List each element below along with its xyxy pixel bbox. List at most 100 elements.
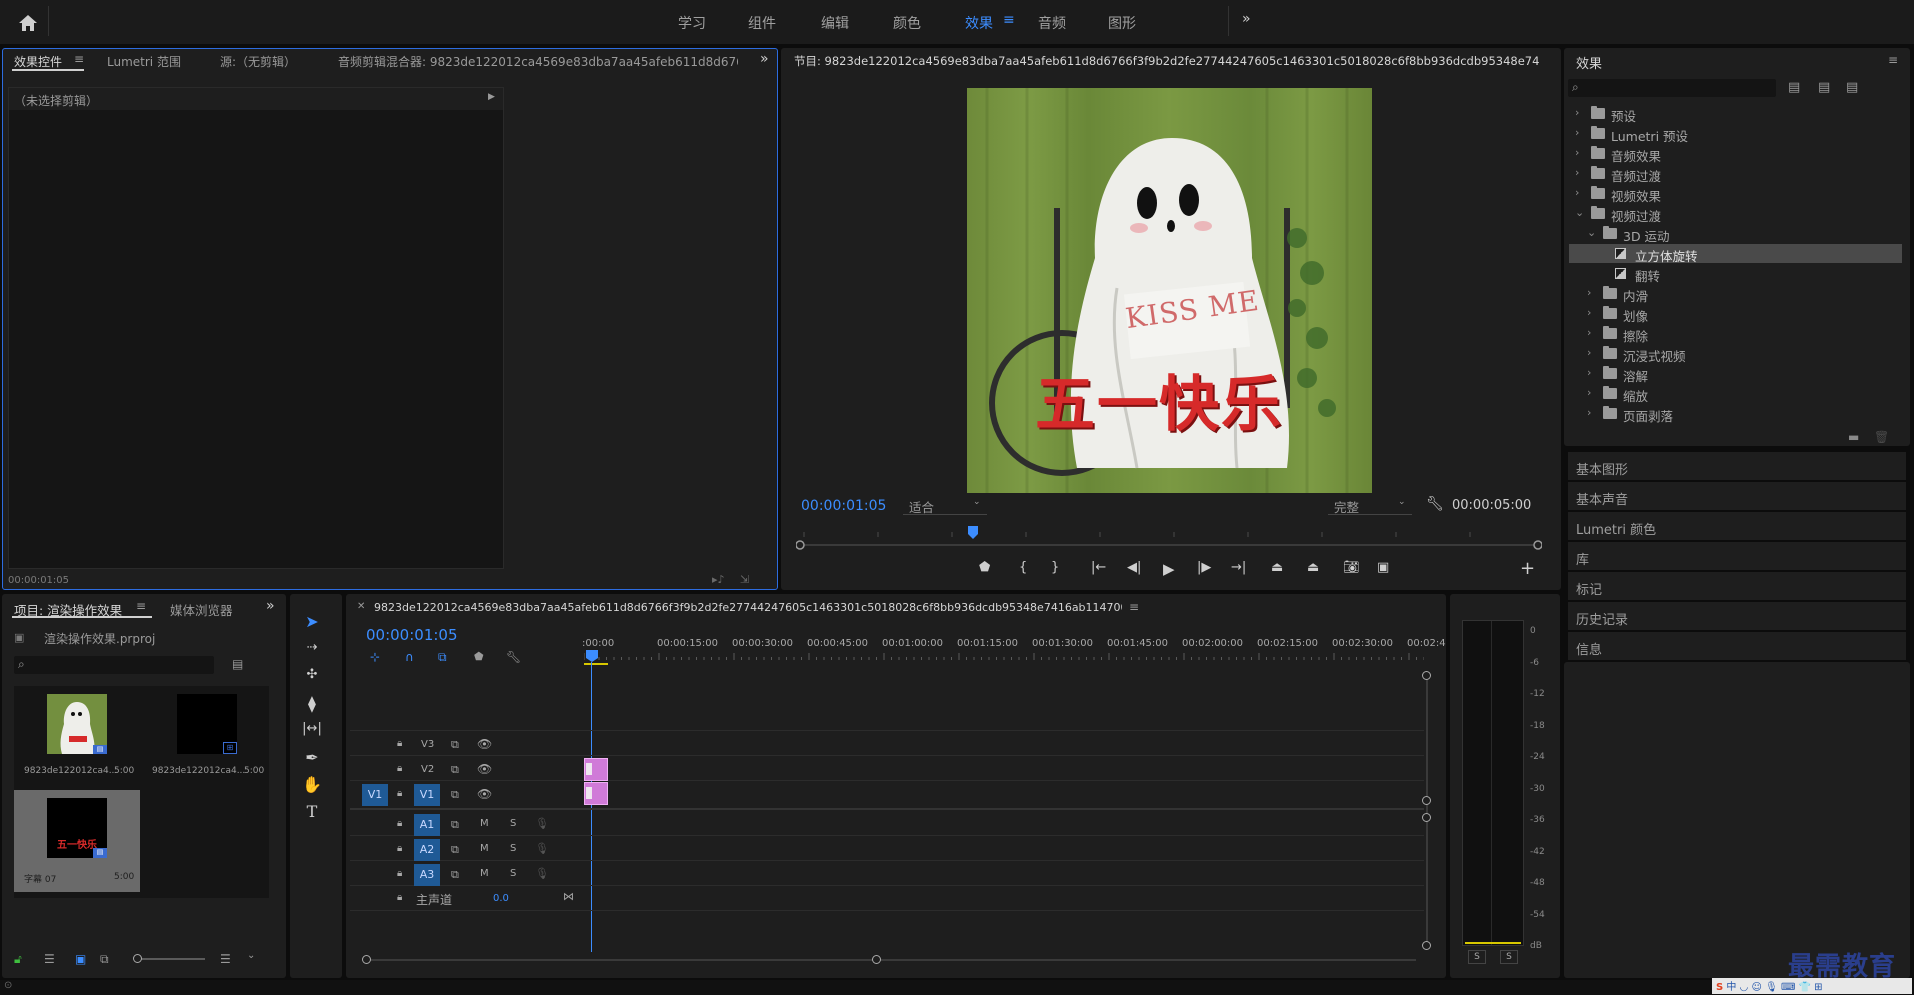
- sequence-tab[interactable]: 9823de122012ca4569e83dba7aa45afeb611d8d6…: [374, 601, 1122, 614]
- selection-tool-icon[interactable]: ➤: [300, 612, 324, 634]
- add-marker-icon[interactable]: ⬟: [979, 560, 990, 575]
- chevron-right-icon[interactable]: ›: [1575, 146, 1579, 159]
- master-volume-value[interactable]: 0.0: [493, 893, 509, 904]
- effects-search-input[interactable]: ⌕: [1568, 79, 1776, 97]
- pen-tool-icon[interactable]: ✒: [300, 748, 324, 770]
- eye-icon[interactable]: 👁︎: [477, 787, 492, 801]
- chevron-right-icon[interactable]: ›: [1575, 126, 1579, 139]
- accelerated-effects-icon[interactable]: ▤: [1788, 80, 1800, 95]
- chevron-right-icon[interactable]: ›: [1587, 386, 1591, 399]
- tab-media-browser[interactable]: 媒体浏览器: [170, 600, 233, 619]
- chevron-right-icon[interactable]: ›: [1587, 286, 1591, 299]
- workspace-effects[interactable]: 效果: [965, 13, 993, 33]
- clip-v1[interactable]: [584, 782, 608, 805]
- play-icon[interactable]: ▶: [1163, 560, 1175, 578]
- section-essential-graphics[interactable]: 基本图形: [1568, 452, 1906, 480]
- workspace-assembly[interactable]: 组件: [748, 13, 776, 33]
- effects-tree-item[interactable]: 翻转: [1569, 264, 1902, 284]
- close-icon[interactable]: ✕: [357, 601, 365, 612]
- solo-right-button[interactable]: S: [1500, 950, 1518, 964]
- solo-button[interactable]: S: [510, 818, 516, 829]
- sync-lock-icon[interactable]: ⧉: [451, 818, 459, 832]
- extract-icon[interactable]: ⏏: [1307, 560, 1319, 575]
- effects-tree-item[interactable]: › 溶解: [1569, 364, 1902, 384]
- slip-tool-icon[interactable]: |↔|: [300, 721, 324, 743]
- mute-button[interactable]: M: [480, 868, 489, 879]
- tab-audio-clip-mixer[interactable]: 音频剪辑混合器: 9823de122012ca4569e83dba7aa45af…: [338, 53, 738, 70]
- ime-toolbar[interactable]: S 中 ◡ ☺ 🎙︎ ⌨ 👕 ⊞: [1712, 978, 1912, 994]
- section-lumetri-color[interactable]: Lumetri 颜色: [1568, 512, 1906, 540]
- section-markers[interactable]: 标记: [1568, 572, 1906, 600]
- chevron-right-icon[interactable]: ›: [1587, 366, 1591, 379]
- chevron-down-icon[interactable]: ⌄: [247, 950, 255, 961]
- sync-lock-icon[interactable]: ⧉: [451, 788, 459, 802]
- effects-tree-item[interactable]: › 预设: [1569, 104, 1902, 124]
- lock-icon[interactable]: 🔒︎: [397, 763, 402, 774]
- more-tabs-icon[interactable]: »: [266, 598, 275, 614]
- workspace-learn[interactable]: 学习: [678, 13, 706, 33]
- workspace-menu-icon[interactable]: ≡: [1003, 12, 1015, 28]
- chevron-down-icon[interactable]: ⌄: [1575, 206, 1584, 219]
- effects-tree-item[interactable]: › 视频效果: [1569, 184, 1902, 204]
- yuv-effects-icon[interactable]: ▤: [1846, 80, 1858, 95]
- sync-lock-icon[interactable]: ⧉: [451, 763, 459, 777]
- tab-source[interactable]: 源:（无剪辑）: [220, 53, 296, 70]
- chevron-right-icon[interactable]: ›: [1575, 106, 1579, 119]
- section-history[interactable]: 历史记录: [1568, 602, 1906, 630]
- export-audio-icon[interactable]: ▸♪: [712, 573, 725, 586]
- source-patch-v1[interactable]: V1: [362, 784, 388, 806]
- export-frame-icon[interactable]: ⇲: [740, 573, 749, 586]
- effects-tree-item[interactable]: ⌄ 视频过渡: [1569, 204, 1902, 224]
- timeline-timecode[interactable]: 00:00:01:05: [366, 626, 458, 644]
- mute-button[interactable]: M: [480, 843, 489, 854]
- scroll-handle[interactable]: [1422, 671, 1431, 680]
- effects-tree-item[interactable]: › 擦除: [1569, 324, 1902, 344]
- effects-tree-item[interactable]: › 缩放: [1569, 384, 1902, 404]
- lock-icon[interactable]: 🔒︎: [397, 818, 402, 829]
- effects-tree-item[interactable]: › 音频效果: [1569, 144, 1902, 164]
- eye-icon[interactable]: 👁︎: [477, 762, 492, 776]
- chevron-right-icon[interactable]: ›: [1587, 306, 1591, 319]
- mute-button[interactable]: M: [480, 818, 489, 829]
- lift-icon[interactable]: ⏏: [1271, 560, 1283, 575]
- delete-icon[interactable]: 🗑︎: [1874, 430, 1889, 444]
- horizontal-scrollbar[interactable]: [366, 959, 1416, 961]
- step-forward-icon[interactable]: |▶: [1197, 560, 1211, 575]
- chevron-right-icon[interactable]: ›: [1575, 166, 1579, 179]
- chevron-down-icon[interactable]: ⌄: [1587, 226, 1596, 239]
- lock-icon[interactable]: 🔓︎: [14, 952, 22, 967]
- sort-icon[interactable]: ☰: [220, 952, 231, 966]
- sync-lock-icon[interactable]: ⧉: [451, 868, 459, 882]
- camera-icon[interactable]: 📷︎: [1343, 560, 1360, 575]
- go-to-in-icon[interactable]: |←: [1091, 560, 1106, 575]
- tab-menu-icon[interactable]: ≡: [74, 52, 84, 66]
- eye-icon[interactable]: 👁︎: [477, 737, 492, 751]
- effects-tree-item[interactable]: › 划像: [1569, 304, 1902, 324]
- effects-tree-item[interactable]: ⌄ 3D 运动: [1569, 224, 1902, 244]
- tab-menu-icon[interactable]: ≡: [1129, 600, 1139, 614]
- wrench-icon[interactable]: 🔧︎: [1426, 496, 1444, 512]
- add-marker-icon[interactable]: ⬟: [474, 650, 484, 663]
- section-libraries[interactable]: 库: [1568, 542, 1906, 570]
- program-monitor-title[interactable]: 节目: 9823de122012ca4569e83dba7aa45afeb611…: [794, 53, 1539, 69]
- project-search-input[interactable]: ⌕: [14, 656, 214, 674]
- section-info[interactable]: 信息: [1568, 632, 1906, 660]
- zoom-slider-handle[interactable]: [133, 954, 142, 963]
- track-name[interactable]: V1: [414, 784, 440, 806]
- ripple-edit-tool-icon[interactable]: ✣: [300, 667, 324, 689]
- microphone-icon[interactable]: 🎙︎: [535, 817, 549, 830]
- effects-tree-item[interactable]: 立方体旋转: [1569, 244, 1902, 264]
- new-bin-icon[interactable]: ▤: [232, 657, 243, 671]
- icon-view-icon[interactable]: ▣: [75, 952, 86, 966]
- new-bin-icon[interactable]: ▬: [1848, 430, 1859, 444]
- step-back-icon[interactable]: ◀|: [1127, 560, 1141, 575]
- resolution-select[interactable]: 完整 ⌄: [1328, 495, 1412, 515]
- tab-menu-icon[interactable]: ≡: [136, 599, 146, 613]
- panel-menu-icon[interactable]: ≡: [1888, 53, 1898, 67]
- sync-lock-icon[interactable]: ⧉: [451, 843, 459, 857]
- sync-lock-icon[interactable]: ⧉: [451, 738, 459, 752]
- microphone-icon[interactable]: 🎙︎: [535, 867, 549, 880]
- chevron-right-icon[interactable]: ›: [1587, 406, 1591, 419]
- mark-out-icon[interactable]: }: [1051, 560, 1059, 575]
- freeform-view-icon[interactable]: ⧉: [100, 952, 109, 967]
